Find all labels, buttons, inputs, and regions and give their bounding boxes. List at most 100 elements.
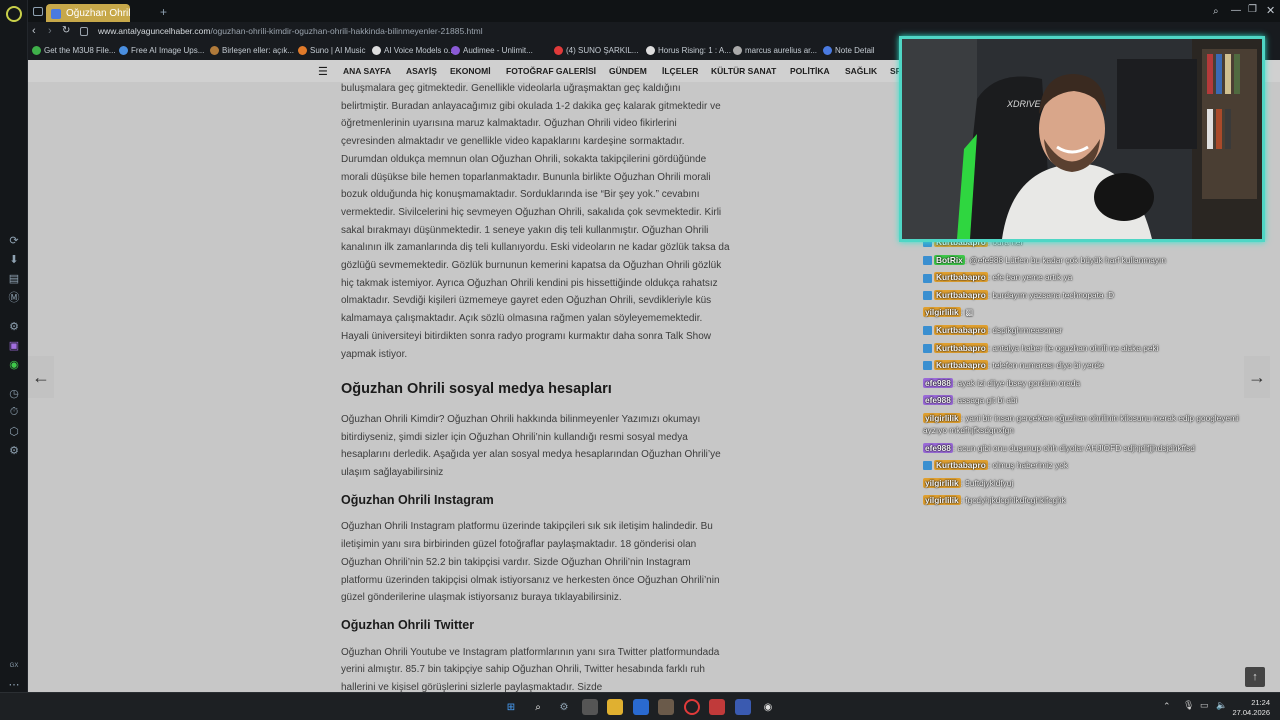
volume-icon[interactable]: 🔈 — [1216, 700, 1227, 711]
chat-message: Kurtbabapro: efe ban yeme artık ya — [923, 271, 1253, 283]
chat-badge-icon — [923, 291, 932, 301]
gear-icon[interactable]: ⚙ — [7, 443, 21, 457]
nav-item[interactable]: ANA SAYFA — [343, 66, 391, 76]
chat-username[interactable]: Kurtbabapro — [934, 272, 988, 283]
download-icon[interactable]: ⬇ — [7, 252, 21, 266]
heading-twitter: Oğuzhan Ohrili Twitter — [341, 617, 475, 632]
refresh-icon[interactable]: ⟳ — [7, 233, 21, 247]
settings-icon[interactable]: ⚙ — [556, 699, 572, 715]
chat-text: : yani bir insan gerçekten oğuzhan ohril… — [923, 412, 1239, 435]
network-icon[interactable]: ▭ — [1200, 700, 1209, 711]
settings-icon[interactable]: ⚙ — [7, 319, 21, 333]
opera-logo-icon[interactable] — [6, 6, 22, 22]
bookmark-item[interactable]: Suno | AI Music — [298, 46, 365, 55]
app-icon[interactable] — [735, 699, 751, 715]
twitch-icon[interactable]: ▣ — [7, 338, 21, 352]
app-icon[interactable] — [709, 699, 725, 715]
bookmark-item[interactable]: marcus aurelius ar... — [733, 46, 817, 55]
chat-message: efe988: ayak izi diiye ibsey gordum orad… — [923, 377, 1253, 389]
maximize-icon[interactable]: ❐ — [1248, 4, 1257, 15]
back-icon[interactable]: ‹ — [32, 25, 36, 37]
nav-item[interactable]: POLİTİKA — [790, 66, 830, 76]
close-icon[interactable]: ✕ — [1266, 4, 1275, 17]
music-icon[interactable]: Ⓜ — [7, 290, 21, 304]
chat-username[interactable]: Kurtbabapro — [934, 342, 988, 353]
nav-item[interactable]: FOTOĞRAF GALERİSİ — [506, 66, 596, 76]
system-clock[interactable]: 21:24 27.04.2026 — [1232, 698, 1270, 718]
chat-text: : burdayım yazsana technopata :D — [987, 289, 1115, 300]
chat-username[interactable]: efe988 — [923, 395, 953, 406]
tab-active[interactable]: Oğuzhan Ohrili Kimdir? Oğ — [46, 4, 130, 24]
more-icon[interactable]: ⋯ — [7, 677, 21, 691]
webcam-feed: XDRIVE — [902, 39, 1262, 239]
app-icon[interactable] — [582, 699, 598, 715]
tab-workspaces-icon[interactable] — [33, 7, 43, 16]
bookmark-item[interactable]: (4) SUNO ŞARKIL... — [554, 46, 638, 55]
nav-item[interactable]: ASAYİŞ — [406, 66, 437, 76]
chat-username[interactable]: BotRix — [934, 254, 965, 265]
extensions-icon[interactable]: ⬡ — [7, 424, 21, 438]
taskbar: ⊞ ⌕ ⚙ ◉ ⌃ 🎙 ▭ 🔈 21:24 27.04.2026 — [0, 692, 1280, 720]
chat-message: efe988: acun gibi onu duşunup ohh diyola… — [923, 442, 1253, 454]
app-icon[interactable]: ◉ — [760, 699, 776, 715]
chat-message: yilgirlilik: yani bir insan gerçekten oğ… — [923, 412, 1253, 436]
news-icon[interactable]: ▤ — [7, 271, 21, 285]
bookmark-label: (4) SUNO ŞARKIL... — [566, 46, 639, 55]
bookmark-item[interactable]: Free AI Image Ups... — [119, 46, 204, 55]
menu-icon[interactable]: ☰ — [318, 65, 328, 78]
history-icon[interactable]: ◷ — [7, 386, 21, 400]
clock-icon[interactable]: ⏱ — [7, 405, 21, 419]
tray-chevron-icon[interactable]: ⌃ — [1163, 701, 1171, 712]
bookmark-favicon-icon — [554, 46, 563, 55]
chat-username[interactable]: yilgirlilik — [923, 477, 961, 488]
stream-chat-overlay: Kurtbabapro: oura ner BotRix: @efe988 Lüt… — [923, 236, 1253, 512]
nav-item[interactable]: KÜLTÜR SANAT — [711, 66, 776, 76]
chat-badge-icon — [923, 461, 932, 471]
bookmark-favicon-icon — [372, 46, 381, 55]
bookmark-item[interactable]: Horus Rising: 1 : A... — [646, 46, 731, 55]
webcam-overlay: XDRIVE — [899, 36, 1265, 242]
chat-username[interactable]: Kurtbabapro — [934, 360, 988, 371]
forward-icon[interactable]: › — [48, 25, 52, 37]
chat-username[interactable]: Kurtbabapro — [934, 289, 988, 300]
nav-item[interactable]: İLÇELER — [662, 66, 698, 76]
chat-username[interactable]: yilgirlilik — [923, 412, 961, 423]
chat-username[interactable]: yilgirlilik — [923, 307, 961, 318]
chat-message: Kurtbabapro: burdayım yazsana technopata… — [923, 289, 1253, 301]
bookmark-item[interactable]: Note Detail — [823, 46, 875, 55]
new-tab-button[interactable]: + — [160, 6, 167, 18]
chat-username[interactable]: Kurtbabapro — [934, 460, 988, 471]
bookmark-label: Suno | AI Music — [310, 46, 366, 55]
app-icon[interactable] — [658, 699, 674, 715]
opera-gx-icon[interactable] — [684, 699, 700, 715]
chat-badge-icon — [923, 343, 932, 353]
reload-icon[interactable]: ↻ — [62, 25, 70, 36]
bookmark-item[interactable]: AI Voice Models o... — [372, 46, 455, 55]
nav-item[interactable]: EKONOMİ — [450, 66, 491, 76]
microphone-icon[interactable]: 🎙 — [1183, 700, 1194, 711]
chat-username[interactable]: yilgirlilik — [923, 495, 961, 506]
search-icon[interactable]: ⌕ — [1213, 6, 1219, 17]
clock-time: 21:24 — [1251, 698, 1270, 707]
minimize-icon[interactable]: — — [1231, 5, 1241, 16]
nav-item[interactable]: SAĞLIK — [845, 66, 877, 76]
url-field[interactable]: www.antalyaguncelhaber.com/oguzhan-ohril… — [98, 26, 483, 36]
chat-username[interactable]: Kurtbabapro — [934, 324, 988, 335]
mail-icon[interactable] — [633, 699, 649, 715]
bookmark-item[interactable]: Birleşen eller: açık... — [210, 46, 294, 55]
bookmark-item[interactable]: Get the M3U8 File... — [32, 46, 116, 55]
bookmark-label: Horus Rising: 1 : A... — [658, 46, 731, 55]
scroll-to-top-button[interactable]: ↑ — [1245, 667, 1265, 687]
start-icon[interactable]: ⊞ — [503, 699, 519, 715]
prev-article-arrow-icon[interactable]: ← — [28, 356, 54, 398]
tab-title: Oğuzhan Ohrili Kimdir? Oğ — [66, 8, 130, 19]
nav-item[interactable]: GÜNDEM — [609, 66, 647, 76]
chat-username[interactable]: efe988 — [923, 442, 953, 453]
bookmark-label: Audimee - Unlimit... — [463, 46, 533, 55]
whatsapp-icon[interactable]: ◉ — [7, 357, 21, 371]
bookmark-item[interactable]: Audimee - Unlimit... — [451, 46, 533, 55]
chat-username[interactable]: efe988 — [923, 377, 953, 388]
file-explorer-icon[interactable] — [607, 699, 623, 715]
chat-badge-icon — [923, 361, 932, 371]
search-icon[interactable]: ⌕ — [530, 699, 546, 715]
